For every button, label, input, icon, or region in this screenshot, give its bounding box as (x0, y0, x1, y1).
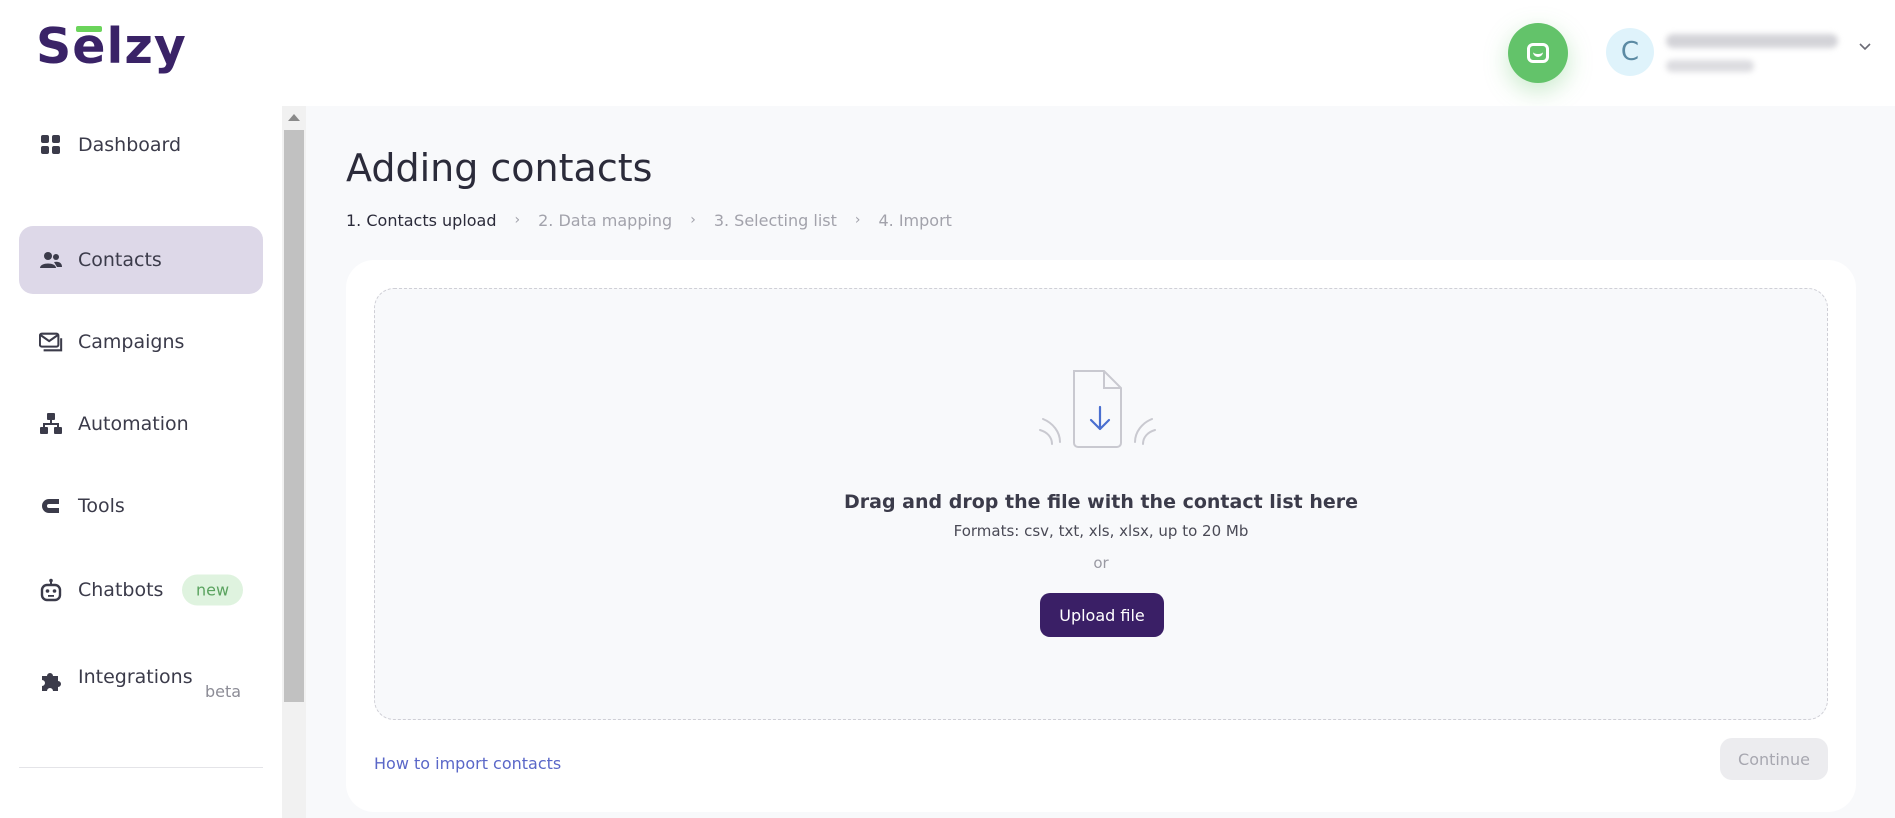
file-download-icon (1039, 370, 1156, 448)
sidebar-item-label: Dashboard (78, 134, 182, 156)
sidebar-scrollbar[interactable] (282, 106, 306, 818)
step-data-mapping: 2. Data mapping (538, 210, 673, 230)
chatbot-robot-icon (40, 578, 62, 602)
puzzle-icon (42, 673, 61, 692)
sidebar-item-label: Automation (78, 413, 189, 435)
beta-badge: beta (205, 682, 242, 701)
step-selecting-list: 3. Selecting list (713, 210, 837, 230)
campaigns-envelope-icon (39, 332, 63, 352)
tools-magnet-icon (42, 499, 59, 513)
user-id-redacted (1666, 60, 1754, 72)
sidebar-item-dashboard[interactable]: Dashboard (19, 111, 263, 179)
sidebar-item-label: Chatbots (78, 579, 164, 601)
upload-card: Drag and drop the file with the contact … (346, 260, 1856, 812)
chat-support-button[interactable] (1508, 23, 1568, 83)
chevron-right-icon: › (514, 212, 521, 228)
dropzone-formats: Formats: csv, txt, xls, xlsx, up to 20 M… (953, 522, 1249, 540)
top-header: Selzy C (0, 0, 1895, 106)
sidebar-item-campaigns[interactable]: Campaigns (19, 308, 263, 376)
continue-button[interactable]: Continue (1720, 738, 1828, 780)
main-content: Adding contacts 1. Contacts upload › 2. … (306, 106, 1895, 818)
selzy-logo[interactable]: Selzy (36, 18, 187, 75)
automation-icon (40, 413, 62, 434)
chat-icon (1527, 43, 1549, 63)
sidebar: Dashboard Contacts Campaigns Automation (0, 106, 282, 818)
sidebar-item-tools[interactable]: Tools (19, 472, 263, 540)
user-email-redacted (1666, 34, 1838, 48)
sidebar-item-chatbots[interactable]: Chatbots new (19, 556, 263, 624)
how-to-import-link[interactable]: How to import contacts (374, 754, 561, 773)
contacts-icon (40, 252, 62, 268)
new-badge: new (182, 574, 244, 606)
chevron-right-icon: › (690, 212, 696, 228)
chevron-down-icon[interactable] (1858, 40, 1872, 54)
page-title: Adding contacts (346, 146, 653, 190)
sidebar-item-integrations[interactable]: Integrations beta (19, 642, 263, 710)
sidebar-divider (19, 767, 263, 768)
step-contacts-upload: 1. Contacts upload (346, 210, 497, 230)
sidebar-item-label: Campaigns (78, 331, 185, 353)
dropzone-or: or (1093, 554, 1109, 572)
wizard-steps: 1. Contacts upload › 2. Data mapping › 3… (346, 208, 952, 232)
dashboard-icon (41, 135, 60, 154)
user-avatar[interactable]: C (1606, 28, 1654, 76)
logo-accent (76, 26, 102, 32)
scroll-up-arrow[interactable] (288, 114, 300, 121)
sidebar-item-label: Tools (78, 495, 125, 517)
scrollbar-thumb[interactable] (284, 130, 304, 702)
sidebar-item-contacts[interactable]: Contacts (19, 226, 263, 294)
upload-file-button[interactable]: Upload file (1040, 593, 1164, 637)
step-import: 4. Import (878, 210, 952, 230)
sidebar-item-label: Integrations (78, 666, 193, 688)
sidebar-item-automation[interactable]: Automation (19, 390, 263, 458)
sidebar-item-label: Contacts (78, 249, 162, 271)
dropzone-title: Drag and drop the file with the contact … (844, 491, 1358, 513)
file-dropzone[interactable]: Drag and drop the file with the contact … (374, 288, 1828, 720)
chevron-right-icon: › (854, 212, 861, 228)
